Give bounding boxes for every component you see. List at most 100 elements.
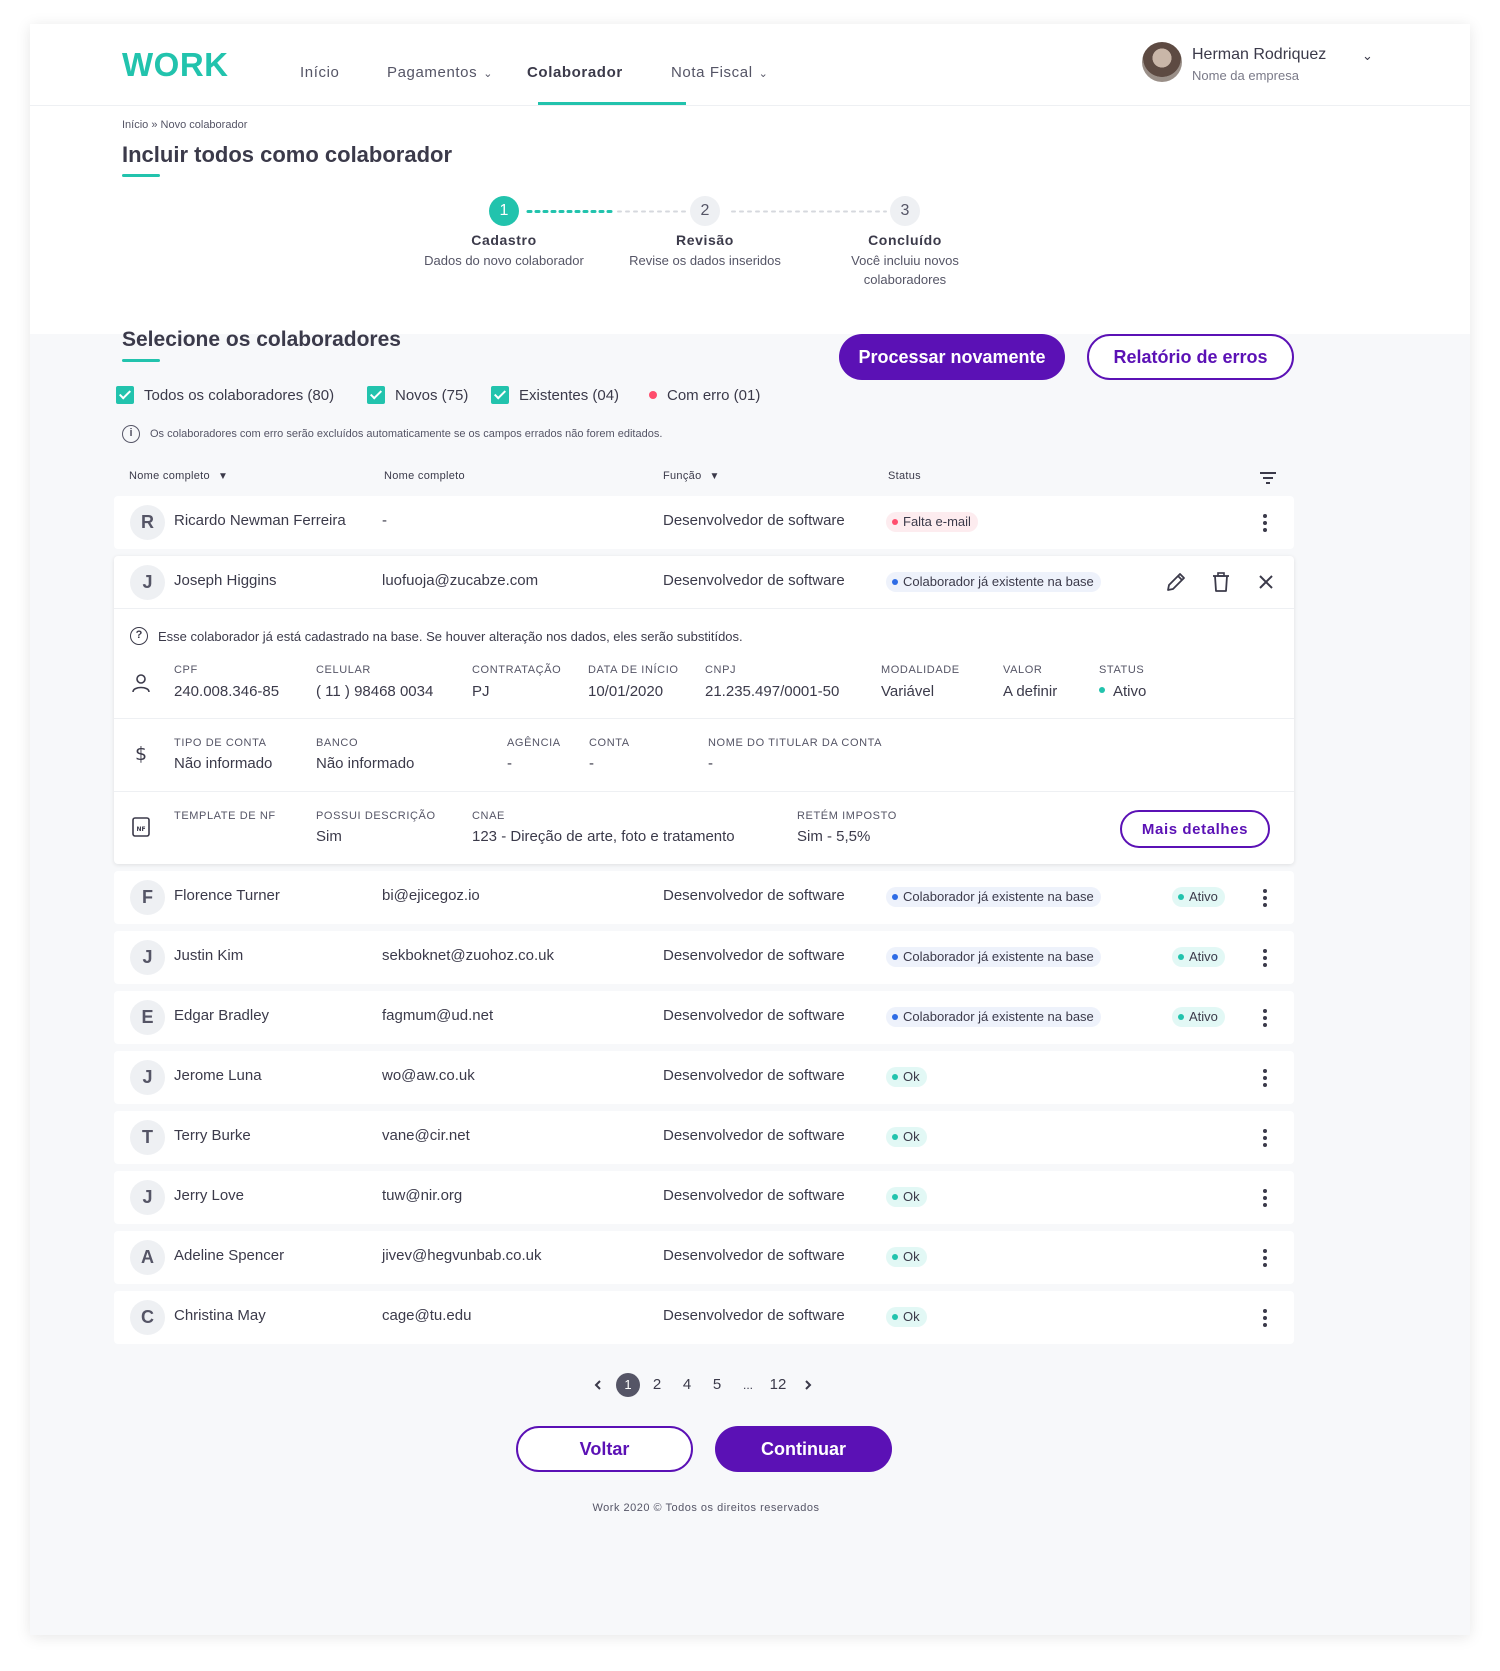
nav-item-colaborador[interactable]: Colaborador [527, 64, 623, 81]
field-value: Não informado [316, 755, 415, 772]
row-email: - [382, 512, 387, 529]
nav-item-pagamentos[interactable]: Pagamentos ⌄ [387, 64, 493, 81]
filter-new[interactable]: Novos (75) [367, 382, 468, 408]
page-link[interactable]: 5 [707, 1372, 727, 1398]
table-row[interactable]: J Jerome Luna wo@aw.co.uk Desenvolvedor … [114, 1051, 1294, 1104]
nav-item-nota-fiscal[interactable]: Nota Fiscal ⌄ [671, 64, 768, 81]
active-text: Ativo [1189, 949, 1218, 964]
filter-icon[interactable] [1258, 470, 1278, 486]
error-dot [649, 391, 657, 399]
filter-all[interactable]: Todos os colaboradores (80) [116, 382, 334, 408]
avatar: C [130, 1300, 165, 1335]
avatar: J [130, 565, 165, 600]
step-title: Revisão [676, 232, 734, 248]
page-link[interactable]: 2 [647, 1372, 667, 1398]
kebab-icon[interactable] [1252, 1125, 1278, 1151]
kebab-icon[interactable] [1252, 945, 1278, 971]
checkbox-checked[interactable] [367, 386, 385, 404]
trash-icon[interactable] [1209, 570, 1233, 594]
kebab-icon[interactable] [1252, 1065, 1278, 1091]
nav-label: Início [300, 64, 340, 81]
pencil-icon[interactable] [1164, 570, 1188, 594]
filter-existing[interactable]: Existentes (04) [491, 382, 619, 408]
chevron-down-icon: ⌄ [758, 68, 769, 80]
table-row[interactable]: J Jerry Love tuw@nir.org Desenvolvedor d… [114, 1171, 1294, 1224]
breadcrumb[interactable]: Início » Novo colaborador [122, 119, 247, 131]
field-label: RETÉM IMPOSTO [797, 810, 897, 822]
kebab-icon[interactable] [1252, 510, 1278, 536]
chevron-down-icon: ⌄ [483, 68, 494, 80]
column-header-label: Nome completo [129, 470, 210, 482]
field-label: POSSUI DESCRIÇÃO [316, 810, 436, 822]
kebab-icon[interactable] [1252, 885, 1278, 911]
error-report-button[interactable]: Relatório de erros [1087, 334, 1294, 380]
field-label: DATA DE INÍCIO [588, 664, 679, 676]
row-email: sekboknet@zuohoz.co.uk [382, 947, 554, 964]
table-row[interactable]: C Christina May cage@tu.edu Desenvolvedo… [114, 1291, 1294, 1344]
filter-label: Com erro (01) [667, 386, 761, 404]
svg-text:NF: NF [136, 826, 145, 833]
filter-error[interactable]: Com erro (01) [649, 382, 760, 408]
checkbox-checked[interactable] [491, 386, 509, 404]
table-row[interactable]: T Terry Burke vane@cir.net Desenvolvedor… [114, 1111, 1294, 1164]
row-role: Desenvolvedor de software [663, 1187, 845, 1204]
chevron-left-icon[interactable] [590, 1372, 606, 1398]
status-badge: Ok [886, 1067, 927, 1087]
invoice-icon: NF [132, 817, 150, 837]
nav-label: Colaborador [527, 64, 623, 81]
table-row[interactable]: R Ricardo Newman Ferreira - Desenvolvedo… [114, 496, 1294, 549]
status-text: Falta e-mail [903, 514, 971, 529]
field-label: VALOR [1003, 664, 1043, 676]
avatar: F [130, 880, 165, 915]
field-value: A definir [1003, 683, 1058, 700]
row-role: Desenvolvedor de software [663, 1247, 845, 1264]
status-text: Colaborador já existente na base [903, 889, 1094, 904]
status-badge: Falta e-mail [886, 512, 978, 532]
page-link[interactable]: 12 [766, 1372, 790, 1398]
section-underline [122, 359, 160, 362]
avatar: A [130, 1240, 165, 1275]
row-name: Justin Kim [174, 947, 244, 964]
continue-button[interactable]: Continuar [715, 1426, 892, 1472]
active-badge: Ativo [1172, 947, 1225, 967]
status-badge: Colaborador já existente na base [886, 572, 1101, 592]
column-header-role[interactable]: Função ▼ [663, 470, 720, 482]
nav-item-inicio[interactable]: Início [300, 64, 339, 81]
chevron-right-icon[interactable] [800, 1372, 816, 1398]
sort-down-icon: ▼ [709, 471, 720, 482]
field-label: CPF [174, 664, 198, 676]
status-text: Ok [903, 1309, 920, 1324]
page-current[interactable]: 1 [616, 1373, 640, 1397]
step-concluido: 3 Concluído Você incluiu novos colaborad… [805, 196, 1005, 289]
kebab-icon[interactable] [1252, 1005, 1278, 1031]
step-cadastro: 1 Cadastro Dados do novo colaborador [404, 196, 604, 270]
kebab-icon[interactable] [1252, 1305, 1278, 1331]
row-name: Jerome Luna [174, 1067, 262, 1084]
column-header-label: Status [888, 470, 921, 482]
table-row[interactable]: J Justin Kim sekboknet@zuohoz.co.uk Dese… [114, 931, 1294, 984]
close-icon[interactable] [1254, 570, 1278, 594]
checkbox-checked[interactable] [116, 386, 134, 404]
user-menu[interactable]: Herman Rodriquez Nome da empresa ⌄ [1142, 42, 1392, 88]
page-link[interactable]: 4 [677, 1372, 697, 1398]
active-badge: Ativo [1172, 887, 1225, 907]
table-row-expanded-header[interactable]: J Joseph Higgins luofuoja@zucabze.com De… [114, 556, 1294, 609]
chevron-down-icon: ⌄ [1362, 48, 1373, 63]
row-name: Christina May [174, 1307, 266, 1324]
avatar: J [130, 1060, 165, 1095]
kebab-icon[interactable] [1252, 1185, 1278, 1211]
kebab-icon[interactable] [1252, 1245, 1278, 1271]
column-header-name[interactable]: Nome completo ▼ [129, 470, 228, 482]
field-label: CNPJ [705, 664, 737, 676]
row-name: Jerry Love [174, 1187, 245, 1204]
back-button[interactable]: Voltar [516, 1426, 693, 1472]
active-badge: Ativo [1172, 1007, 1225, 1027]
column-header-email: Nome completo [384, 470, 465, 482]
table-row[interactable]: E Edgar Bradley fagmum@ud.net Desenvolve… [114, 991, 1294, 1044]
process-again-button[interactable]: Processar novamente [839, 334, 1065, 380]
more-details-button[interactable]: Mais detalhes [1120, 810, 1270, 848]
field-value: 240.008.346-85 [174, 683, 280, 700]
table-row[interactable]: F Florence Turner bi@ejicegoz.io Desenvo… [114, 871, 1294, 924]
row-email: cage@tu.edu [382, 1307, 472, 1324]
table-row[interactable]: A Adeline Spencer jivev@hegvunbab.co.uk … [114, 1231, 1294, 1284]
